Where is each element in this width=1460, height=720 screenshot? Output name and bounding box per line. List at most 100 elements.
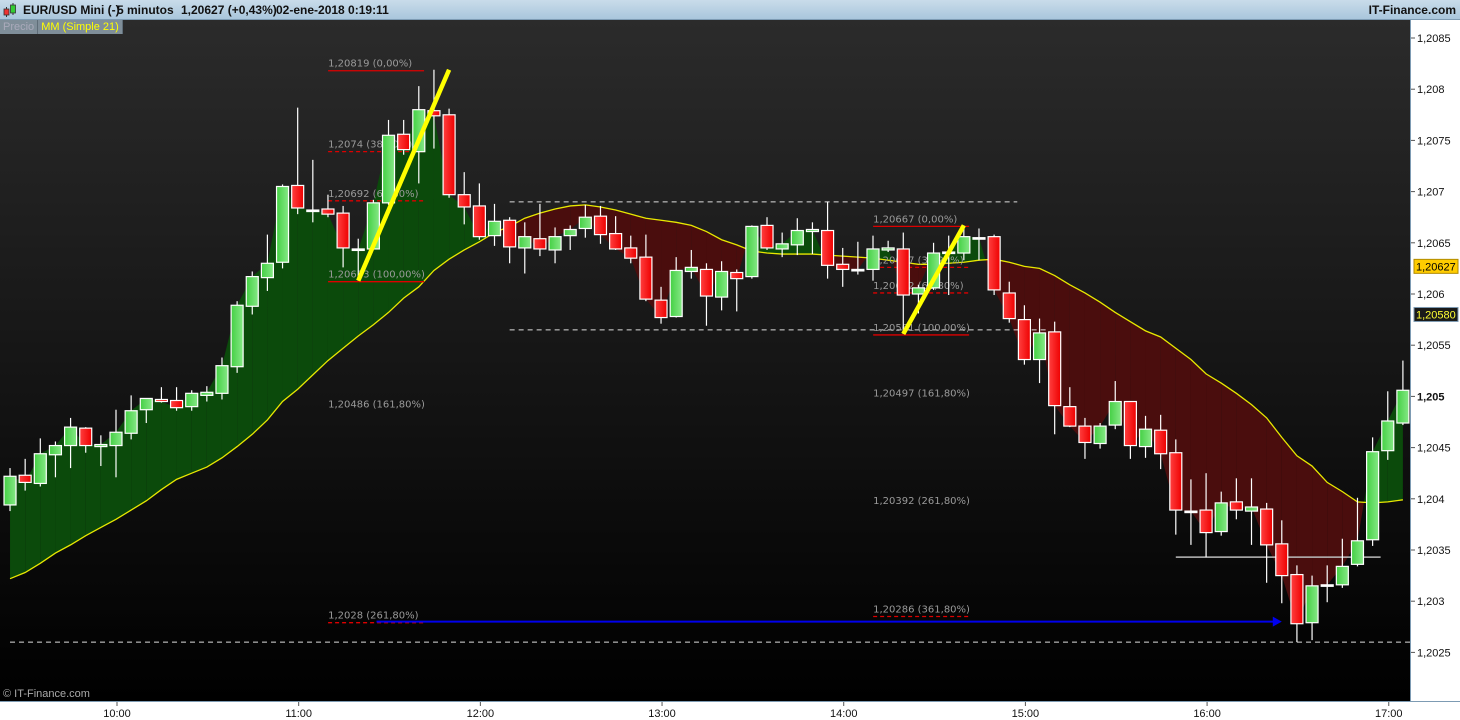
fib-level-label: 1,2028 (261,80%) xyxy=(328,611,419,622)
fib-level-label: 1,20692 (61,80%) xyxy=(328,189,419,200)
y-tick-label: 1,203 xyxy=(1417,596,1445,608)
candle-down xyxy=(397,133,411,151)
legend-price[interactable]: Precio xyxy=(0,20,39,34)
candle-up xyxy=(1335,565,1349,586)
ma-fill-above xyxy=(161,401,177,490)
candle-up xyxy=(381,134,396,204)
candle-down xyxy=(336,212,350,249)
candle-down xyxy=(442,114,456,196)
ma-fill-below xyxy=(1084,292,1101,443)
candle-up xyxy=(1214,502,1228,533)
candle-down xyxy=(1078,425,1092,444)
ma-fill-above xyxy=(343,247,359,349)
x-tick-label: 17:00 xyxy=(1375,708,1403,720)
candle-down xyxy=(1063,406,1077,427)
candle-down xyxy=(1002,292,1016,320)
candle-down xyxy=(639,256,653,300)
candle-down xyxy=(1154,429,1168,455)
price-chart[interactable]: 1,20819 (0,00%)1,2074 (38,20%)1,20692 (6… xyxy=(0,0,1460,720)
candle-up xyxy=(518,236,532,249)
legend-ma[interactable]: MM (Simple 21) xyxy=(38,20,123,34)
fib-level-label: 1,20561 (100,00%) xyxy=(873,323,970,334)
ma-fill-below xyxy=(1221,383,1237,511)
x-tick-label: 15:00 xyxy=(1012,708,1040,720)
candle-up xyxy=(1108,400,1122,426)
ma-fill-above xyxy=(297,207,313,390)
candle-down xyxy=(79,427,93,447)
fib-level-label: 1,20627 (38,20%) xyxy=(873,255,964,266)
candle-down xyxy=(1169,452,1183,511)
candle-up xyxy=(911,287,926,295)
y-tick-label: 1,2085 xyxy=(1417,33,1451,45)
candle-up xyxy=(139,397,153,411)
candle-up xyxy=(1366,451,1380,541)
candle-up xyxy=(1305,585,1319,624)
y-tick-label: 1,2025 xyxy=(1417,647,1451,659)
candle-down xyxy=(154,398,169,403)
fib-level-label: 1,20819 (0,00%) xyxy=(328,59,412,70)
candle-down xyxy=(820,229,835,266)
candle-up xyxy=(957,236,971,254)
y-tick-label: 1,2065 xyxy=(1417,238,1451,250)
y-tick-label: 1,206 xyxy=(1417,289,1445,301)
candle-down xyxy=(169,399,184,409)
candle-up xyxy=(669,269,683,318)
candle-down xyxy=(1199,509,1213,534)
y-tick-label: 1,208 xyxy=(1417,84,1445,96)
candle-up xyxy=(1184,510,1198,514)
candle-down xyxy=(1229,501,1243,511)
candle-up xyxy=(185,392,199,408)
y-tick-label: 1,205 xyxy=(1417,391,1445,403)
y-tick-label: 1,2035 xyxy=(1417,545,1451,557)
fib-level-label: 1,20497 (161,80%) xyxy=(873,388,970,399)
candle-up xyxy=(972,237,986,240)
candle-up xyxy=(63,426,78,447)
candle-up xyxy=(1093,425,1107,445)
candle-down xyxy=(457,194,471,208)
y-tick-label: 1,204 xyxy=(1417,494,1445,506)
candle-down xyxy=(609,232,623,250)
candle-down xyxy=(593,215,608,236)
price-marker-label: 1,20627 xyxy=(1416,261,1456,273)
candle-up xyxy=(275,185,290,263)
candle-down xyxy=(836,263,850,271)
candle-up xyxy=(866,248,880,271)
candle-down xyxy=(987,236,1001,291)
candle-down xyxy=(1017,319,1032,361)
candle-up xyxy=(1032,332,1047,361)
candle-up xyxy=(805,228,820,233)
candle-down xyxy=(1260,508,1274,546)
candle-up xyxy=(94,443,108,448)
candle-down xyxy=(291,184,305,209)
candle-down xyxy=(472,205,486,238)
candle-up xyxy=(881,247,895,251)
fib-level-label: 1,20667 (0,00%) xyxy=(873,214,957,225)
candle-up xyxy=(548,236,562,251)
candle-up xyxy=(124,410,138,434)
candle-down xyxy=(896,248,910,296)
candle-down xyxy=(533,238,547,250)
candle-up xyxy=(306,209,320,213)
candle-down xyxy=(503,219,517,248)
candle-down xyxy=(730,271,744,280)
candle-up xyxy=(714,270,729,298)
ma-fill-above xyxy=(85,444,101,536)
copyright: © IT-Finance.com xyxy=(3,688,90,700)
x-tick-label: 12:00 xyxy=(467,708,495,720)
candle-up xyxy=(33,453,47,485)
candle-down xyxy=(1048,331,1062,407)
candle-down xyxy=(1275,543,1289,577)
y-tick-label: 1,2055 xyxy=(1417,340,1451,352)
candle-down xyxy=(1290,573,1304,625)
price-marker-label: 1,20580 xyxy=(1416,309,1456,321)
candle-up xyxy=(1320,584,1334,587)
x-axis-background xyxy=(0,701,1460,720)
ma-fill-below xyxy=(1236,393,1252,511)
x-tick-label: 11:00 xyxy=(285,708,312,720)
candle-down xyxy=(699,268,714,297)
candle-up xyxy=(3,475,17,506)
x-tick-label: 10:00 xyxy=(103,708,131,720)
fib-level-label: 1,20486 (161,80%) xyxy=(328,400,425,411)
y-tick-label: 1,2045 xyxy=(1417,443,1451,455)
candle-down xyxy=(351,248,365,252)
